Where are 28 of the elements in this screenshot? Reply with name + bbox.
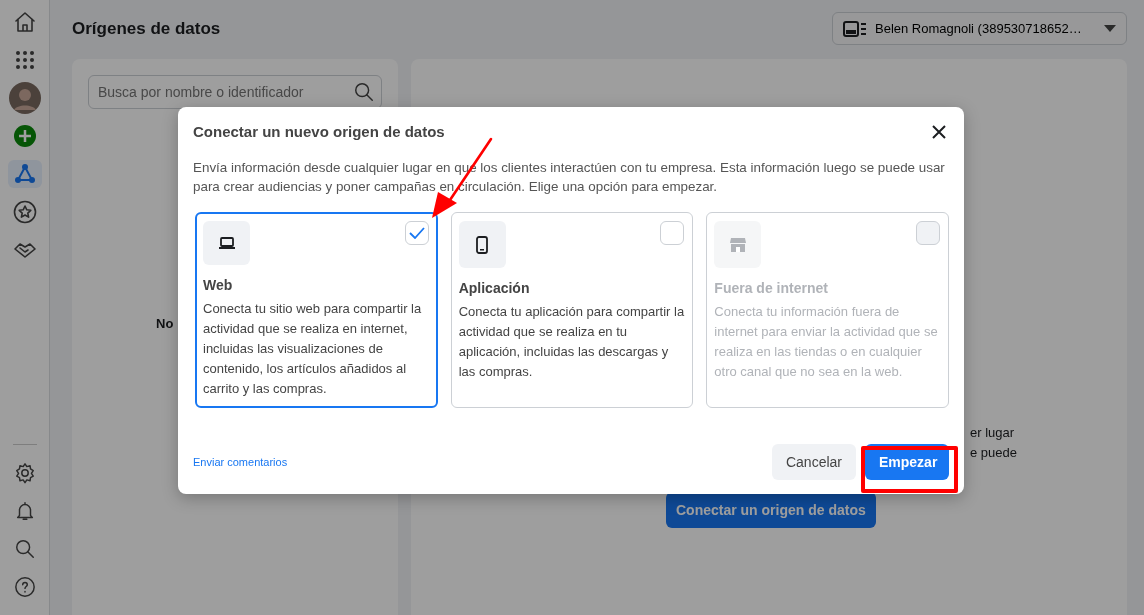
page-title: Orígenes de datos	[72, 17, 221, 40]
checkbox[interactable]	[660, 221, 685, 245]
option-card[interactable]: Aplicación Conecta tu aplicación para compartir la actividad que se realiza en tu aplicación, incluidas las descargas y las compras.	[450, 212, 694, 408]
feedback-link[interactable]: Enviar comentarios	[193, 453, 288, 471]
checkbox[interactable]	[404, 221, 429, 245]
option-description: Conecta tu sitio web para compartir la actividad que se realiza en internet, incluidas las visualizaciones de contenido, los artículos añadidos al carrito y las compras.	[203, 300, 423, 398]
option-card[interactable]: Web Conecta tu sitio web para compartir la actividad que se realiza en internet, incluidas las visualizaciones de contenido, los artículos añadidos al carrito y las compras.	[195, 212, 438, 408]
description-text: e puede	[970, 444, 1017, 462]
search-icon	[353, 81, 375, 103]
caret-icon	[1104, 24, 1116, 33]
account-selector[interactable]: Belen Romagnoli (389530718652…	[832, 12, 1127, 45]
option-description: Conecta tu información fuera de internet para enviar la actividad que se realiza en las tiendas o en cualquier otro canal que no sea en la web.	[714, 303, 939, 381]
search-field[interactable]: Busca por nombre o identificador	[88, 75, 382, 109]
account-icon	[843, 19, 867, 38]
laptop-icon	[218, 236, 235, 250]
option-title: Web	[203, 276, 234, 295]
option-title: Aplicación	[458, 279, 531, 298]
phone-icon	[476, 235, 489, 254]
cancel-button[interactable]: Cancelar	[771, 444, 856, 480]
store-icon	[728, 236, 747, 253]
option-title: Fuera de internet	[714, 279, 829, 298]
checkmark-icon	[408, 227, 425, 239]
avatar-icon[interactable]	[7, 84, 42, 112]
description-text: er lugar	[970, 424, 1016, 442]
option-description: Conecta tu aplicación para compartir la actividad que se realiza en tu aplicación, incluidas las descargas y las compras.	[458, 303, 686, 381]
network-icon[interactable]	[7, 160, 42, 188]
dialog-title: Conectar un nuevo origen de datos	[193, 121, 445, 142]
empty-state-text: No	[156, 315, 174, 333]
